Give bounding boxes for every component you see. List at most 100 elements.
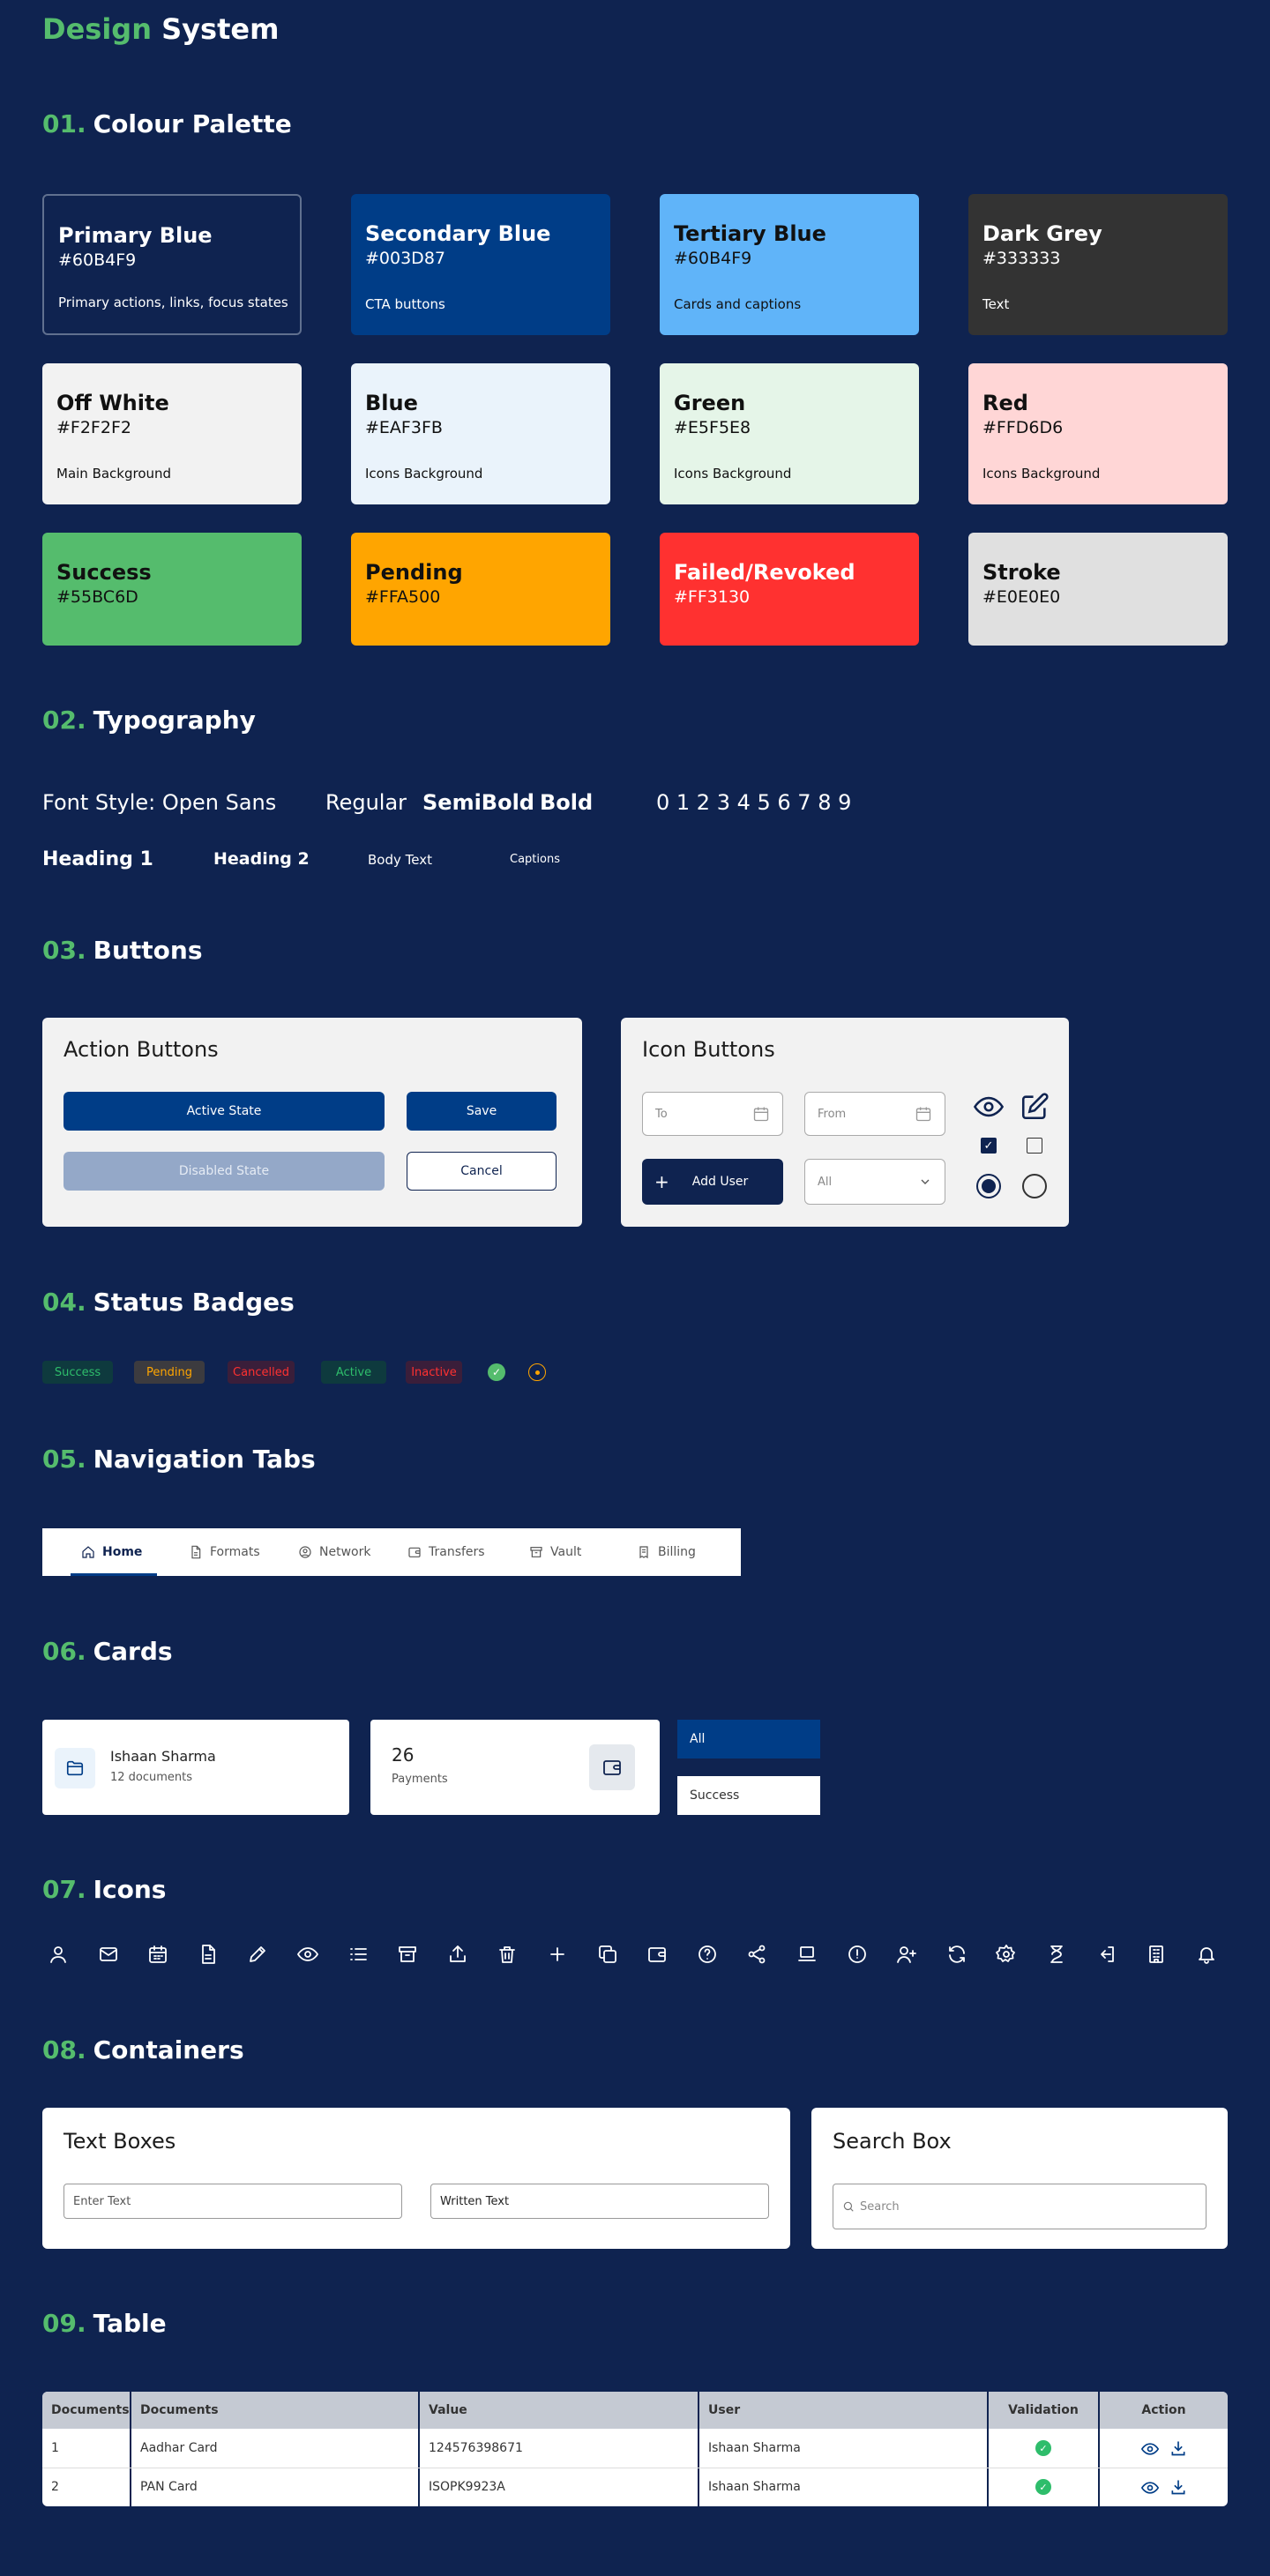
swatch-hex: #333333 [982,249,1061,268]
mail-icon [98,1944,123,1968]
radio-unselected[interactable] [1022,1174,1047,1198]
eye-icon[interactable] [1141,2479,1159,2497]
status-badge: Inactive [406,1361,462,1384]
colour-swatch: Dark Grey #333333 Text [968,194,1228,335]
help-icon [697,1944,721,1968]
wallet-icon [646,1944,671,1968]
tab-home[interactable]: Home [81,1528,142,1576]
tab-transfers[interactable]: Transfers [407,1528,485,1576]
swatch-description: Main Background [56,466,172,482]
user-name: Ishaan Sharma [708,2480,801,2494]
tab-network[interactable]: Network [298,1528,370,1576]
swatch-name: Stroke [982,560,1061,585]
swatch-hex: #FF3130 [674,587,751,607]
captions-sample: Captions [510,853,560,866]
section-heading-navigation-tabs: 05. Navigation Tabs [42,1445,316,1474]
swatch-description: Icons Background [982,466,1101,482]
filter-select[interactable]: All [804,1159,945,1205]
user-icon [48,1944,72,1968]
edit-icon[interactable] [1020,1092,1050,1122]
checkbox-unchecked[interactable] [1027,1138,1042,1154]
tab-vault[interactable]: Vault [529,1528,581,1576]
eye-icon[interactable] [1141,2440,1159,2458]
settings-icon [996,1944,1020,1968]
download-icon[interactable] [1169,2478,1187,2496]
validation-check-icon: ✓ [1035,2479,1051,2495]
eye-icon[interactable] [974,1092,1004,1122]
navigation-tabs: Home Formats Network Transfers Vault Billing [42,1528,741,1576]
colour-swatch: Red #FFD6D6 Icons Background [968,363,1228,504]
tab-billing[interactable]: Billing [637,1528,696,1576]
refresh-icon [946,1944,971,1968]
enter-text-field[interactable]: Enter Text [64,2184,402,2219]
active-state-button[interactable]: Active State [64,1092,385,1131]
table-header-cell: Value [429,2403,467,2417]
swatch-name: Pending [365,560,463,585]
download-icon[interactable] [1169,2439,1187,2457]
digits-sample: 0 1 2 3 4 5 6 7 8 9 [656,790,852,815]
colour-swatch: Success #55BC6D [42,533,302,646]
row-number: 2 [51,2480,59,2494]
search-input[interactable]: Search [833,2184,1206,2229]
written-text-field[interactable]: Written Text [430,2184,769,2219]
to-date-input[interactable]: To [642,1092,783,1136]
swatch-description: CTA buttons [365,296,445,312]
action-buttons-panel: Action Buttons Active State Save Disable… [42,1018,582,1227]
font-weight-bold: Bold [540,790,594,815]
document-value: ISOPK9923A [429,2480,505,2494]
table-header-cell: Documents [140,2403,219,2417]
logout-icon [1096,1944,1121,1968]
add-user-button[interactable]: + Add User [642,1159,783,1205]
cancel-button[interactable]: Cancel [407,1152,557,1191]
hourglass-icon [1046,1944,1071,1968]
font-weight-regular: Regular [325,790,407,815]
from-date-input[interactable]: From [804,1092,945,1136]
save-button[interactable]: Save [407,1092,557,1131]
section-heading-buttons: 03. Buttons [42,936,203,965]
checkbox-checked[interactable]: ✓ [981,1138,997,1154]
swatch-name: Success [56,560,152,585]
payments-card[interactable]: 26 Payments [370,1720,660,1815]
filter-option-all[interactable]: All [677,1720,820,1758]
section-heading-icons: 07. Icons [42,1875,167,1904]
documents-table: Documents Documents Value User Validatio… [42,2392,1228,2506]
search-box-panel: Search Box Search [811,2108,1228,2249]
font-weight-semibold: SemiBold [422,790,534,815]
swatch-name: Tertiary Blue [674,221,826,246]
add-user-icon [896,1944,921,1968]
swatch-name: Secondary Blue [365,221,551,246]
folder-icon [55,1748,95,1788]
swatch-hex: #F2F2F2 [56,418,131,437]
calendar-icon [147,1944,172,1968]
swatch-name: Failed/Revoked [674,560,855,585]
calendar-icon [753,1107,769,1122]
archive-icon [397,1944,422,1968]
status-badge: Cancelled [228,1361,295,1384]
colour-swatch: Secondary Blue #003D87 CTA buttons [351,194,610,335]
filter-option-success[interactable]: Success [677,1776,820,1815]
payments-count: 26 [392,1744,415,1766]
radio-selected[interactable] [976,1174,1001,1198]
text-boxes-panel: Text Boxes Enter Text Written Text [42,2108,790,2249]
document-icon [191,1545,201,1559]
wallet-icon [408,1547,421,1557]
colour-swatch: Off White #F2F2F2 Main Background [42,363,302,504]
home-icon [82,1546,94,1558]
user-name: Ishaan Sharma [708,2441,801,2455]
action-buttons-title: Action Buttons [64,1037,219,1062]
swatch-description: Cards and captions [674,296,802,312]
share-upload-icon [447,1944,472,1968]
swatch-name: Blue [365,391,418,415]
table-header-cell: Documents [51,2403,130,2417]
column-divider [1098,2392,1100,2506]
tab-formats[interactable]: Formats [189,1528,260,1576]
archive-icon [530,1547,542,1557]
swatch-hex: #EAF3FB [365,418,443,437]
search-icon [843,2201,854,2212]
user-circle-icon [299,1546,311,1558]
swatch-name: Red [982,391,1028,415]
card-user-docs: 12 documents [110,1771,193,1784]
heading-2-sample: Heading 2 [213,849,310,869]
user-card[interactable]: Ishaan Sharma 12 documents [42,1720,349,1815]
table-header-cell: Action [1141,2403,1186,2417]
